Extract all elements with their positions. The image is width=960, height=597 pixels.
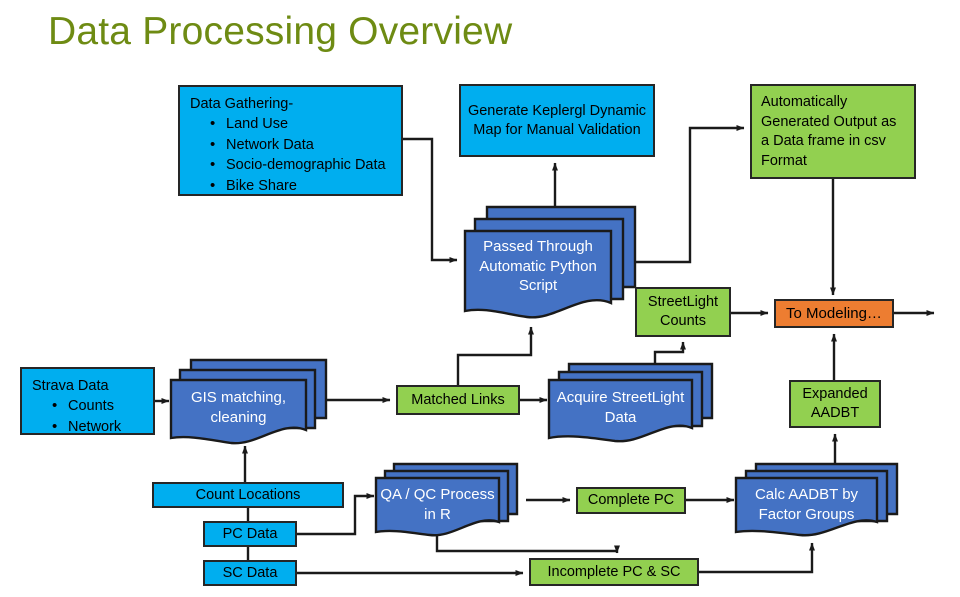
stacked-document-shape xyxy=(734,462,899,537)
edge-matchedlinks-pythonscript xyxy=(456,326,535,385)
flowchart-canvas: Data Processing Overview Data Gathering-… xyxy=(0,0,960,597)
node-generate-keplergl-map[interactable]: Generate Keplergl Dynamic Map for Manual… xyxy=(459,84,655,157)
edge-datagathering-pythonscript xyxy=(403,137,458,264)
stacked-document-shape xyxy=(169,358,328,445)
node-calc-aadbt-factor-groups[interactable]: Calc AADBT by Factor Groups xyxy=(734,458,900,544)
node-automatic-output-csv[interactable]: Automatically Generated Output as a Data… xyxy=(750,84,916,179)
list-item: Socio-demographic Data xyxy=(210,154,393,176)
list-item: Counts xyxy=(52,395,145,417)
node-qa-qc-process-in-r[interactable]: QA / QC Process in R xyxy=(374,458,520,544)
node-count-locations[interactable]: Count Locations xyxy=(152,482,344,508)
node-gis-matching-cleaning[interactable]: GIS matching, cleaning xyxy=(169,350,329,450)
edge-incompletepcsc-calcaadbt xyxy=(699,542,816,574)
list-item: Land Use xyxy=(210,113,393,135)
node-to-modeling[interactable]: To Modeling… xyxy=(774,299,894,328)
data-gathering-header: Data Gathering- xyxy=(190,96,294,112)
node-passed-through-python-script[interactable]: Passed Through Automatic Python Script xyxy=(463,195,638,325)
node-complete-pc[interactable]: Complete PC xyxy=(576,487,686,514)
stacked-document-shape xyxy=(374,462,519,537)
strava-data-header: Strava Data xyxy=(32,378,109,394)
node-acquire-streetlight-data[interactable]: Acquire StreetLight Data xyxy=(547,356,715,452)
list-item: Bike Share xyxy=(210,175,393,197)
node-streetlight-counts[interactable]: StreetLight Counts xyxy=(635,287,731,337)
node-sc-data[interactable]: SC Data xyxy=(203,560,297,586)
list-item: Network xyxy=(52,416,145,438)
node-strava-data[interactable]: Strava Data Counts Network xyxy=(20,367,155,438)
node-expanded-aadbt[interactable]: Expanded AADBT xyxy=(789,380,881,428)
data-gathering-list: Land Use Network Data Socio-demographic … xyxy=(190,113,393,197)
stacked-document-shape xyxy=(463,205,637,319)
page-title: Data Processing Overview xyxy=(48,10,513,53)
list-item: Network Data xyxy=(210,134,393,156)
node-pc-data[interactable]: PC Data xyxy=(203,521,297,547)
strava-data-list: Counts Network xyxy=(32,395,145,438)
node-data-gathering[interactable]: Data Gathering- Land Use Network Data So… xyxy=(178,85,403,196)
node-matched-links[interactable]: Matched Links xyxy=(396,385,520,415)
stacked-document-shape xyxy=(547,362,714,443)
node-incomplete-pc-sc[interactable]: Incomplete PC & SC xyxy=(529,558,699,586)
